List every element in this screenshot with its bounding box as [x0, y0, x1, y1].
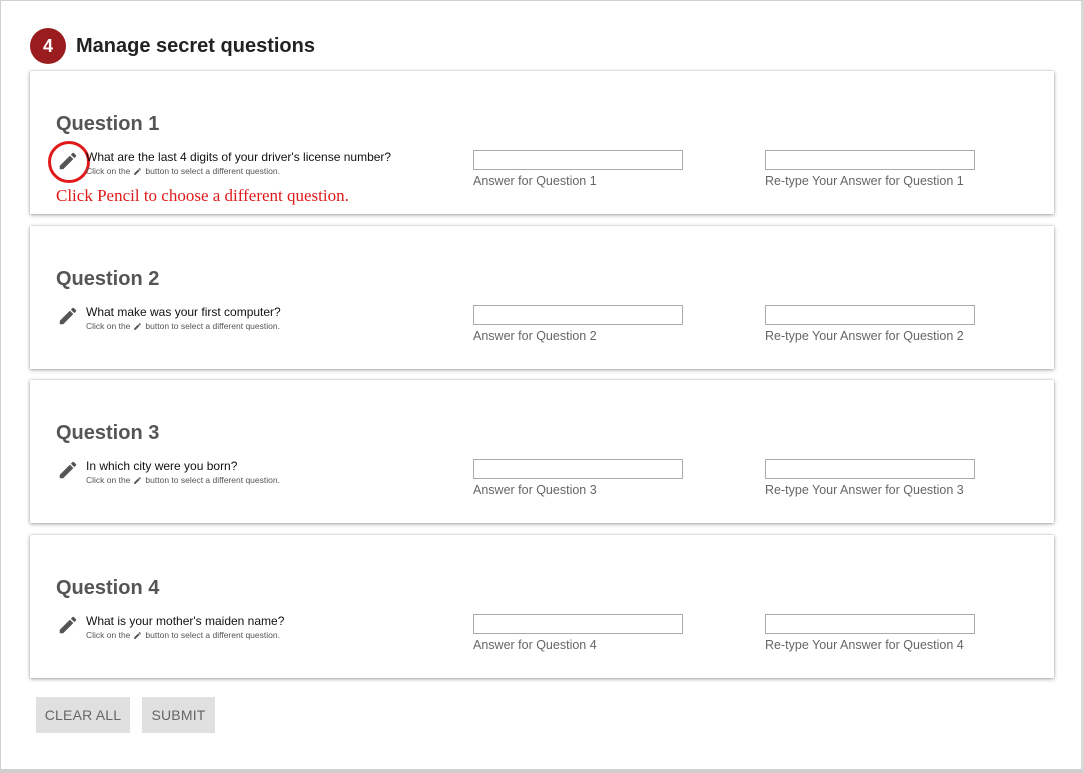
question-text: What are the last 4 digits of your drive…	[86, 150, 392, 164]
question-hint: Click on the button to select a differen…	[86, 321, 280, 331]
question-text: In which city were you born?	[86, 459, 238, 473]
question-card-3: Question 3 In which city were you born? …	[30, 380, 1054, 523]
edit-question-4-button[interactable]	[56, 613, 80, 637]
answer-input-1[interactable]	[473, 150, 683, 170]
question-card-1: Question 1 What are the last 4 digits of…	[30, 71, 1054, 214]
retype-answer-label-3: Re-type Your Answer for Question 3	[765, 483, 964, 497]
question-text: What is your mother's maiden name?	[86, 614, 285, 628]
edit-question-2-button[interactable]	[56, 304, 80, 328]
hint-prefix: Click on the	[86, 630, 131, 640]
pencil-icon	[134, 322, 142, 330]
retype-answer-input-3[interactable]	[765, 459, 975, 479]
question-text: What make was your first computer?	[86, 305, 281, 319]
edit-question-1-button[interactable]	[48, 141, 90, 183]
hint-suffix: button to select a different question.	[145, 166, 280, 176]
question-card-2: Question 2 What make was your first comp…	[30, 226, 1054, 369]
question-hint: Click on the button to select a differen…	[86, 166, 280, 176]
answer-input-4[interactable]	[473, 614, 683, 634]
retype-answer-label-1: Re-type Your Answer for Question 1	[765, 174, 964, 188]
pencil-icon	[134, 631, 142, 639]
retype-answer-label-4: Re-type Your Answer for Question 4	[765, 638, 964, 652]
question-title: Question 3	[56, 422, 160, 444]
hint-suffix: button to select a different question.	[145, 321, 280, 331]
submit-button[interactable]: SUBMIT	[142, 697, 215, 733]
question-hint: Click on the button to select a differen…	[86, 475, 280, 485]
retype-answer-label-2: Re-type Your Answer for Question 2	[765, 329, 964, 343]
question-title: Question 4	[56, 577, 160, 599]
page-title: Manage secret questions	[76, 34, 315, 57]
answer-input-2[interactable]	[473, 305, 683, 325]
answer-label-4: Answer for Question 4	[473, 638, 597, 652]
clear-all-button[interactable]: CLEAR ALL	[36, 697, 130, 733]
answer-label-3: Answer for Question 3	[473, 483, 597, 497]
retype-answer-input-2[interactable]	[765, 305, 975, 325]
step-badge: 4	[30, 28, 66, 64]
answer-label-2: Answer for Question 2	[473, 329, 597, 343]
question-title: Question 2	[56, 268, 160, 290]
pencil-icon	[59, 461, 77, 479]
hint-prefix: Click on the	[86, 321, 131, 331]
hint-prefix: Click on the	[86, 475, 131, 485]
pencil-icon	[134, 167, 142, 175]
answer-label-1: Answer for Question 1	[473, 174, 597, 188]
pencil-icon	[134, 476, 142, 484]
hint-suffix: button to select a different question.	[145, 475, 280, 485]
answer-input-3[interactable]	[473, 459, 683, 479]
retype-answer-input-4[interactable]	[765, 614, 975, 634]
pencil-icon	[59, 616, 77, 634]
question-card-4: Question 4 What is your mother's maiden …	[30, 535, 1054, 678]
question-title: Question 1	[56, 113, 160, 135]
pencil-icon	[59, 307, 77, 325]
question-hint: Click on the button to select a differen…	[86, 630, 280, 640]
retype-answer-input-1[interactable]	[765, 150, 975, 170]
section-header: 4 Manage secret questions	[30, 28, 315, 64]
hint-suffix: button to select a different question.	[145, 630, 280, 640]
hint-prefix: Click on the	[86, 166, 131, 176]
edit-question-3-button[interactable]	[56, 458, 80, 482]
annotation-text: Click Pencil to choose a different quest…	[56, 186, 349, 205]
pencil-icon	[59, 152, 77, 170]
